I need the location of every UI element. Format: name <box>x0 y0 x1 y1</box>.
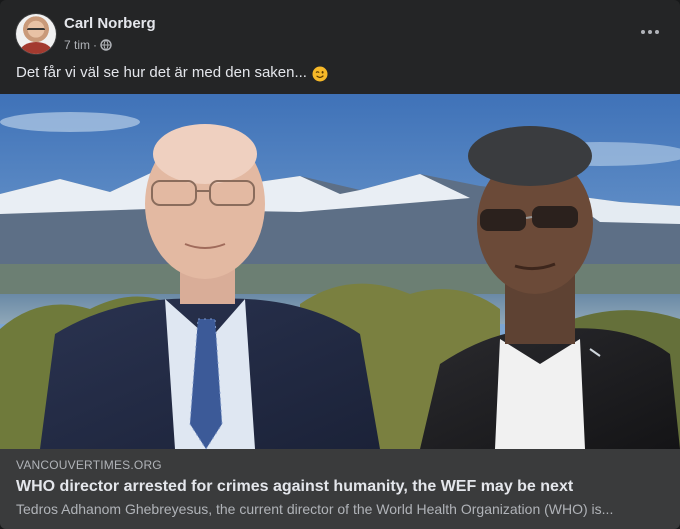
more-options-button[interactable] <box>632 16 668 48</box>
link-preview[interactable]: VANCOUVERTIMES.ORG WHO director arrested… <box>0 449 680 529</box>
post-photo[interactable] <box>0 94 680 449</box>
author-name[interactable]: Carl Norberg <box>64 15 156 32</box>
link-domain: VANCOUVERTIMES.ORG <box>16 458 162 472</box>
avatar[interactable] <box>16 14 56 54</box>
post-header: Carl Norberg 7 tim · <box>16 14 664 54</box>
link-description: Tedros Adhanom Ghebreyesus, the current … <box>16 501 614 517</box>
post-card: Carl Norberg 7 tim · Det får vi väl se h… <box>0 0 680 529</box>
photo-image <box>0 94 680 449</box>
post-time[interactable]: 7 tim <box>64 38 90 52</box>
more-options-icon <box>641 30 645 34</box>
post-meta: 7 tim · <box>64 38 112 52</box>
meta-separator: · <box>93 38 98 52</box>
post-text: Det får vi väl se hur det är med den sak… <box>16 64 307 81</box>
link-title[interactable]: WHO director arrested for crimes against… <box>16 478 573 496</box>
wink-emoji-icon <box>312 66 328 82</box>
globe-icon[interactable] <box>100 39 112 51</box>
post-message: Det får vi väl se hur det är med den sak… <box>16 63 328 82</box>
